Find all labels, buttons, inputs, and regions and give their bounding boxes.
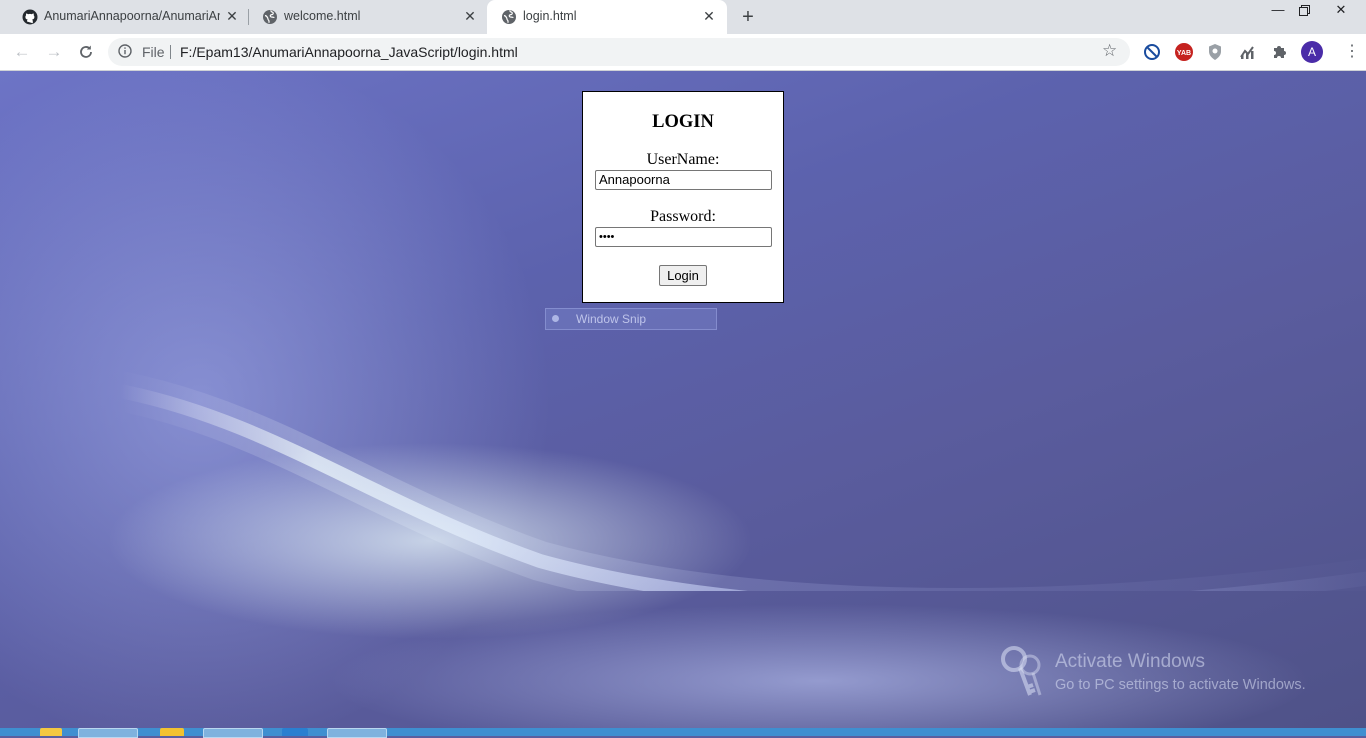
tab-title: AnumariAnnapoorna/AnumariAn	[44, 9, 220, 23]
url-text[interactable]: F:/Epam13/AnumariAnnapoorna_JavaScript/l…	[180, 44, 518, 60]
taskbar-chrome-item[interactable]	[203, 728, 263, 738]
bookmark-star-icon[interactable]: ☆	[1102, 41, 1117, 61]
login-form: LOGIN UserName: Annapoorna Password: •••…	[582, 91, 784, 303]
windows-taskbar	[0, 728, 1366, 738]
taskbar-item[interactable]	[327, 728, 387, 738]
activate-windows-watermark: Activate Windows Go to PC settings to ac…	[1000, 645, 1340, 699]
snip-dot-icon	[552, 315, 559, 322]
tab-close-icon[interactable]: ✕	[224, 8, 240, 24]
shield-extension-icon[interactable]	[1205, 42, 1225, 62]
tab-login-active[interactable]: login.html ✕	[487, 0, 727, 34]
keys-icon	[1001, 646, 1042, 696]
taskbar-item[interactable]	[78, 728, 138, 738]
new-tab-button[interactable]: +	[737, 6, 759, 28]
puzzle-extensions-icon[interactable]	[1270, 42, 1290, 62]
reload-icon	[80, 45, 92, 58]
yab-extension-icon[interactable]: YAB	[1174, 42, 1194, 62]
tab-title: login.html	[523, 9, 577, 23]
window-snip-overlay: Window Snip	[545, 308, 717, 330]
browser-toolbar: ← → File F:/Epam13/AnumariAnnapoorna_Jav…	[0, 34, 1366, 71]
password-input[interactable]: ••••	[595, 227, 772, 247]
stats-extension-icon[interactable]	[1238, 42, 1258, 62]
info-icon[interactable]	[118, 44, 132, 58]
scheme-label: File	[142, 44, 165, 60]
restore-button[interactable]	[1291, 0, 1317, 22]
close-window-button[interactable]: ✕	[1327, 0, 1355, 22]
login-title: LOGIN	[652, 112, 714, 132]
username-label: UserName:	[646, 151, 720, 168]
taskbar-item[interactable]	[282, 728, 308, 736]
svg-text:YAB: YAB	[1177, 50, 1191, 57]
block-extension-icon[interactable]	[1142, 42, 1162, 62]
back-button[interactable]: ←	[10, 40, 34, 64]
username-input[interactable]: Annapoorna	[595, 170, 772, 190]
profile-avatar[interactable]: A	[1301, 41, 1323, 63]
menu-kebab-icon[interactable]: ⋮	[1344, 40, 1360, 64]
activate-heading: Activate Windows	[1055, 651, 1205, 672]
address-divider	[170, 45, 171, 59]
globe-icon	[502, 10, 516, 24]
github-icon	[22, 9, 38, 25]
address-bar[interactable]: File F:/Epam13/AnumariAnnapoorna_JavaScr…	[108, 38, 1130, 66]
tab-close-icon[interactable]: ✕	[462, 8, 478, 24]
minimize-button[interactable]: —	[1265, 0, 1291, 22]
login-button[interactable]: Login	[659, 265, 707, 286]
taskbar-item[interactable]	[160, 728, 184, 736]
globe-icon	[263, 10, 277, 24]
activate-subtext: Go to PC settings to activate Windows.	[1055, 677, 1306, 693]
tab-github[interactable]: AnumariAnnapoorna/AnumariAn ✕	[8, 0, 246, 34]
wallpaper-streak	[120, 371, 1366, 591]
forward-button[interactable]: →	[42, 40, 66, 64]
reload-button[interactable]	[74, 40, 98, 64]
restore-icon	[1298, 5, 1310, 16]
tab-close-icon[interactable]: ✕	[701, 8, 717, 24]
tab-strip: AnumariAnnapoorna/AnumariAn ✕ welcome.ht…	[0, 0, 1366, 34]
password-label: Password:	[650, 208, 716, 225]
tab-welcome[interactable]: welcome.html ✕	[248, 0, 486, 34]
tab-title: welcome.html	[284, 9, 361, 23]
taskbar-start-icon[interactable]	[40, 728, 62, 736]
page-viewport: LOGIN UserName: Annapoorna Password: •••…	[0, 71, 1366, 728]
snip-label: Window Snip	[576, 312, 647, 326]
